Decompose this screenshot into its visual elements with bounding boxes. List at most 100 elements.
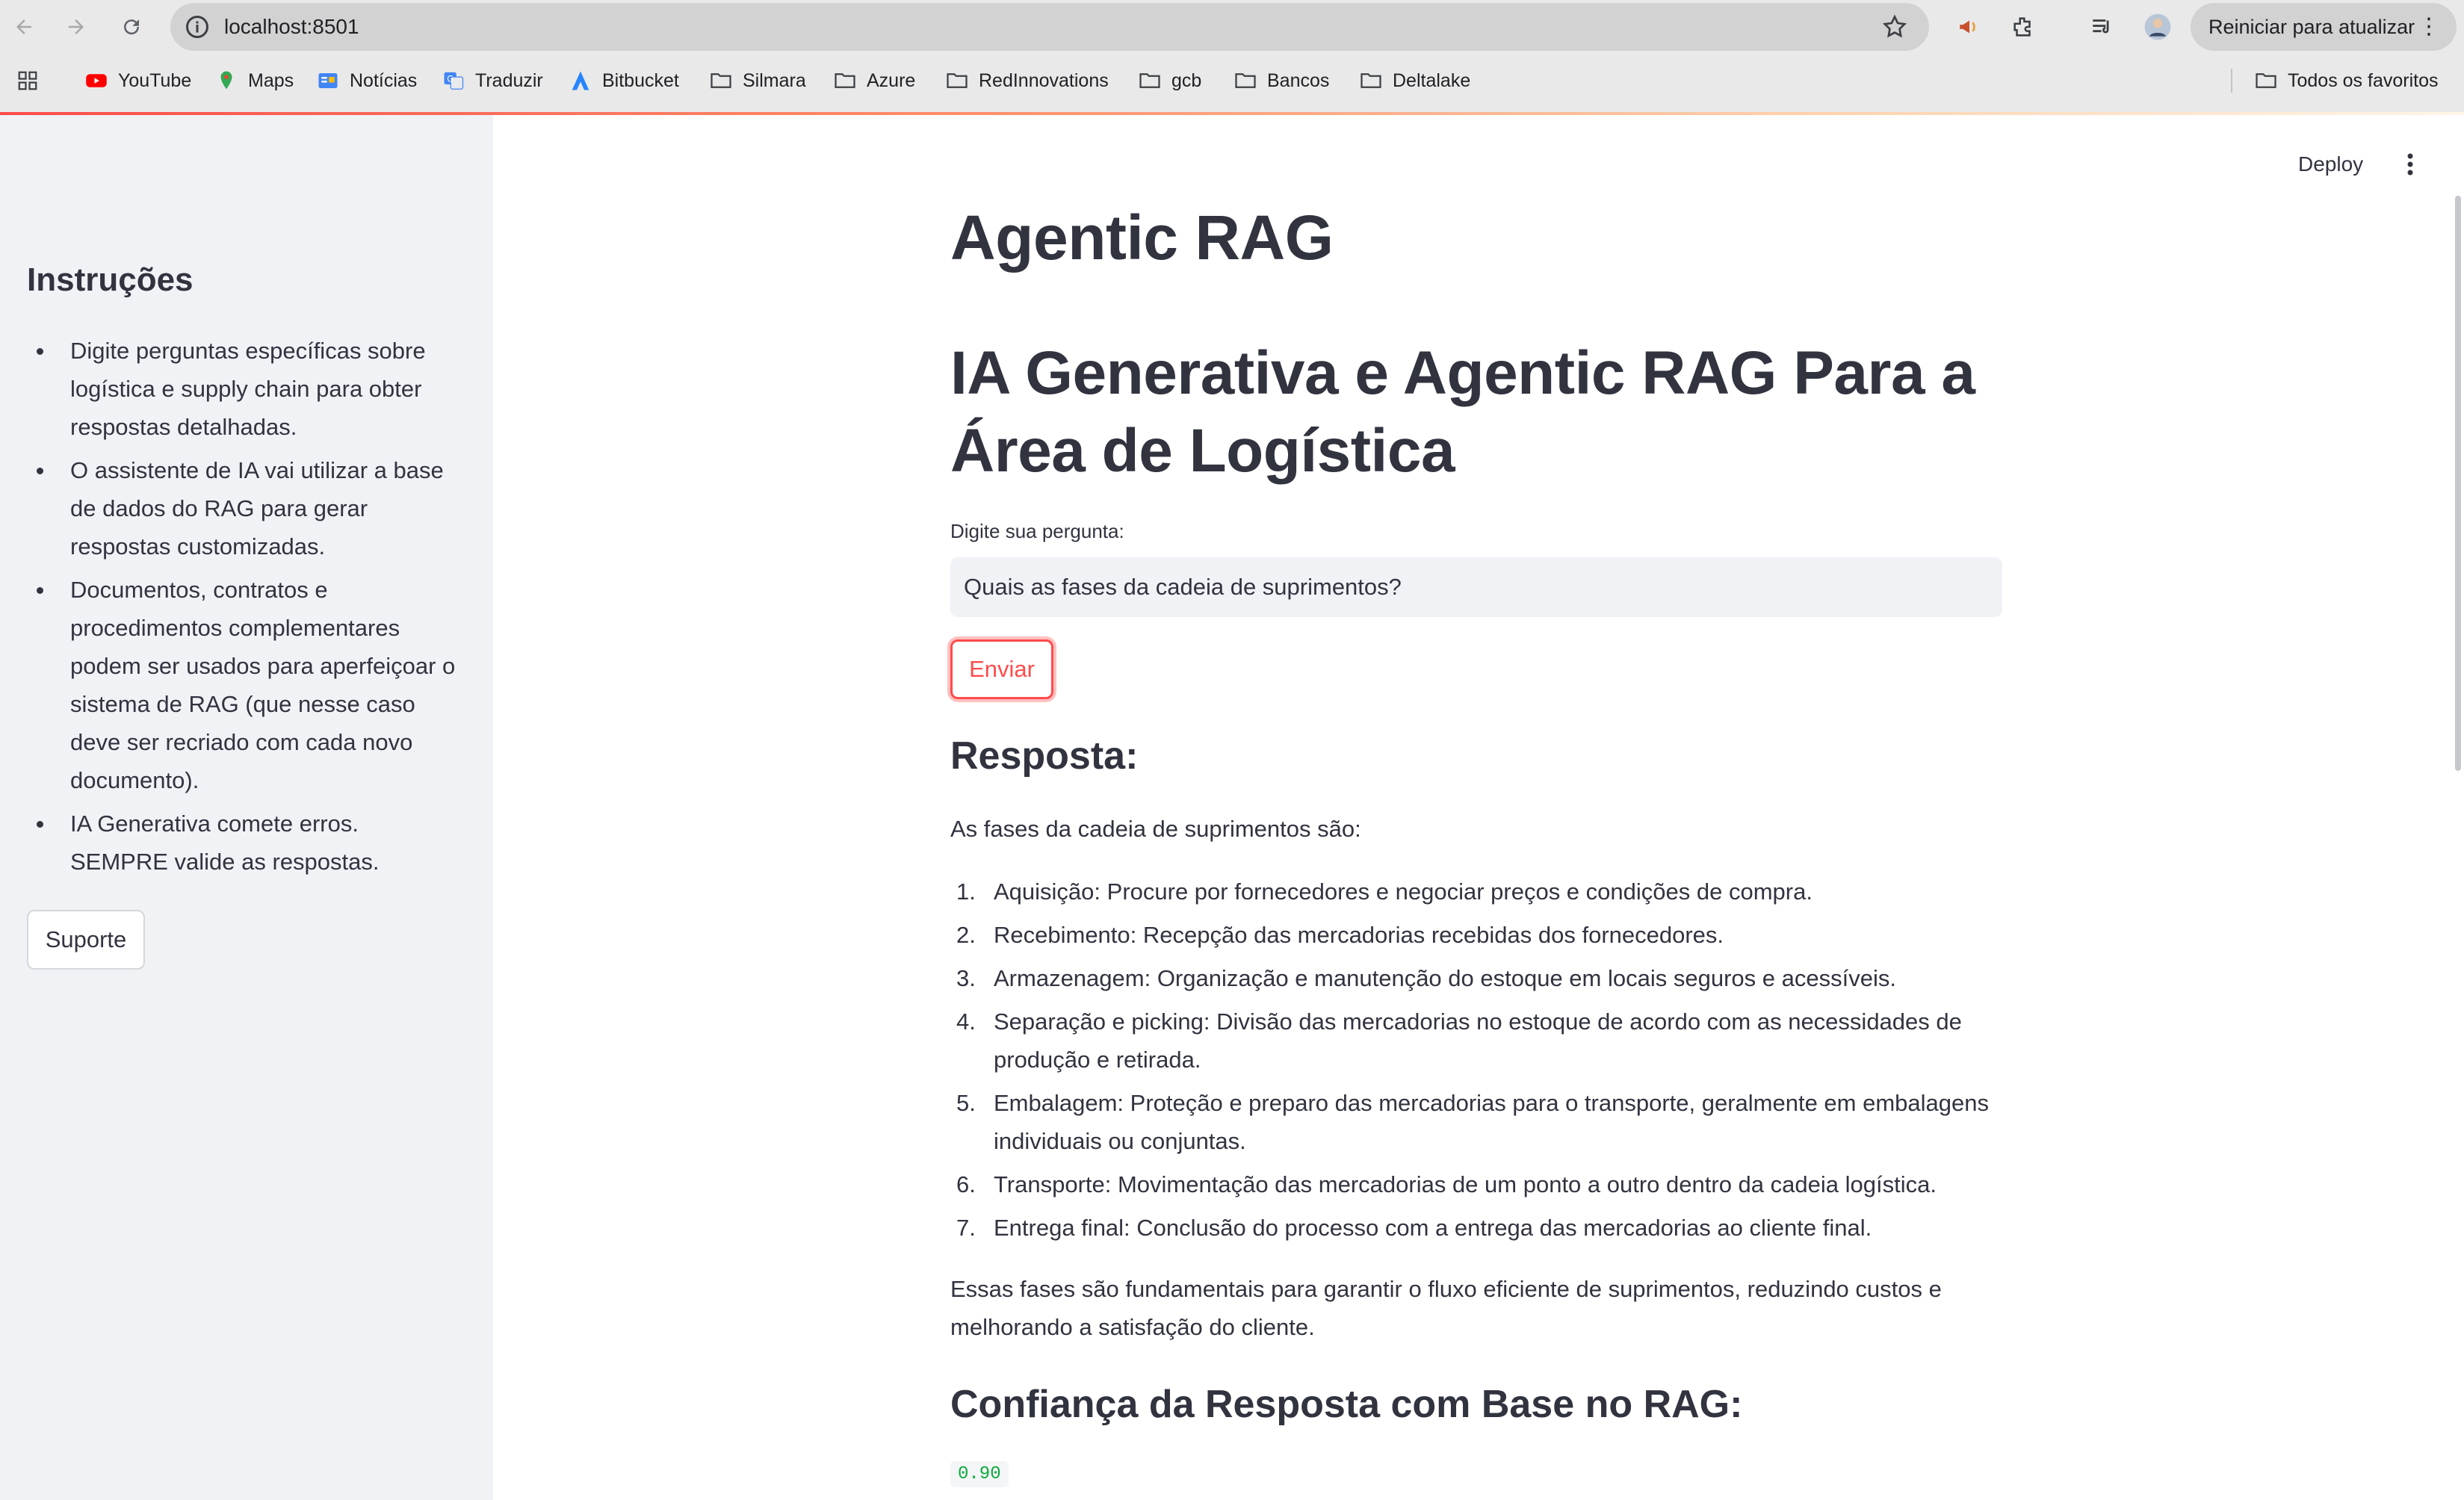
- browser-toolbar: localhost:8501 Reiniciar para atualizar …: [0, 0, 2464, 54]
- bookmark-label: YouTube: [118, 69, 192, 91]
- bookmark-label: Azure: [867, 69, 916, 91]
- more-vertical-icon: [2407, 153, 2413, 176]
- list-number: 6.: [956, 1171, 976, 1197]
- page-heading: IA Generativa e Agentic RAG Para a Área …: [950, 339, 1975, 485]
- svg-text:G: G: [447, 74, 454, 84]
- response-list-item: 2. Recebimento: Recepção das mercadorias …: [950, 916, 2011, 954]
- media-controls-icon[interactable]: [2086, 10, 2119, 43]
- bookmark-label: Maps: [248, 69, 294, 91]
- translate-icon: G: [444, 72, 464, 90]
- relaunch-update-button[interactable]: Reiniciar para atualizar ⋮: [2191, 3, 2457, 51]
- back-arrow-icon: [16, 19, 31, 34]
- response-outro: Essas fases são fundamentais para garant…: [950, 1276, 1942, 1340]
- instructions-list: Digite perguntas específicas sobre logís…: [27, 332, 460, 886]
- folder-icon: [947, 73, 968, 88]
- forward-button[interactable]: [61, 12, 91, 42]
- support-button[interactable]: Suporte: [27, 910, 145, 970]
- list-text: Embalagem: Proteção e preparo das mercad…: [994, 1090, 1990, 1154]
- relaunch-label: Reiniciar para atualizar: [2208, 16, 2415, 38]
- response-list: 1. Aquisição: Procure por fornecedores e …: [950, 873, 2011, 1252]
- list-text: Separação e picking: Divisão das mercado…: [994, 1008, 1962, 1073]
- list-number: 5.: [956, 1090, 976, 1116]
- response-list-item: 3. Armazenagem: Organização e manutenção …: [950, 959, 2011, 997]
- bookmark-label: gcb: [1171, 69, 1202, 91]
- profile-avatar-icon[interactable]: [2141, 10, 2174, 43]
- send-button[interactable]: Enviar: [950, 639, 1053, 699]
- sidebar: Instruções Digite perguntas específicas …: [0, 115, 493, 1500]
- bookmarks-bar: YouTube Maps Notícias G Traduzir Bitbuck…: [0, 57, 2464, 105]
- instruction-item: IA Generativa comete erros. SEMPRE valid…: [27, 805, 460, 881]
- bookmark-noticias[interactable]: Notícias: [317, 57, 417, 105]
- bookmark-maps[interactable]: Maps: [215, 57, 294, 105]
- bookmark-folder-azure[interactable]: Azure: [834, 57, 915, 105]
- bookmark-star-icon[interactable]: [1881, 13, 1908, 40]
- reload-icon: [124, 19, 140, 35]
- list-text: Recebimento: Recepção das mercadorias re…: [994, 922, 1724, 948]
- back-button[interactable]: [9, 12, 39, 42]
- deploy-button[interactable]: Deploy: [2298, 152, 2363, 176]
- main-area: Deploy Agentic RAG IA Generativa e Agent…: [493, 115, 2464, 1500]
- bookmark-label: Notícias: [350, 69, 418, 91]
- list-number: 4.: [956, 1008, 976, 1035]
- extensions-puzzle-icon[interactable]: [2007, 10, 2040, 43]
- apps-grid-button[interactable]: [16, 57, 49, 105]
- list-text: Armazenagem: Organização e manutenção do…: [994, 965, 1896, 991]
- youtube-icon: [86, 74, 107, 87]
- bookmark-folder-gcb[interactable]: gcb: [1139, 57, 1201, 105]
- news-icon: [318, 73, 338, 88]
- reload-button[interactable]: [117, 12, 146, 42]
- bookmarks-divider: [2231, 69, 2232, 93]
- url-text[interactable]: localhost:8501: [224, 3, 359, 51]
- folder-icon: [2256, 73, 2276, 88]
- bookmark-label: Silmara: [743, 69, 806, 91]
- all-bookmarks-button[interactable]: Todos os favoritos: [2255, 57, 2439, 105]
- bookmark-label: Bitbucket: [602, 69, 679, 91]
- bookmark-folder-silmara[interactable]: Silmara: [710, 57, 806, 105]
- response-heading: Resposta:: [950, 734, 1139, 778]
- main-menu-button[interactable]: [2395, 148, 2425, 181]
- maps-icon: [220, 71, 232, 90]
- app-title: Agentic RAG: [950, 202, 1334, 273]
- folder-icon: [1139, 73, 1160, 88]
- list-number: 7.: [956, 1215, 976, 1241]
- folder-icon: [1235, 73, 1256, 88]
- site-info-icon[interactable]: [184, 13, 211, 40]
- folder-icon: [711, 73, 731, 88]
- forward-arrow-icon: [69, 19, 84, 34]
- question-label: Digite sua pergunta:: [950, 520, 1124, 542]
- browser-menu-icon[interactable]: ⋮: [2418, 3, 2440, 51]
- bookmark-youtube[interactable]: YouTube: [85, 57, 191, 105]
- instruction-item: O assistente de IA vai utilizar a base d…: [27, 451, 460, 565]
- bookmark-folder-deltalake[interactable]: Deltalake: [1360, 57, 1470, 105]
- bookmark-traduzir[interactable]: G Traduzir: [442, 57, 543, 105]
- address-bar[interactable]: localhost:8501: [170, 3, 1929, 51]
- extension-megaphone-icon[interactable]: [1953, 10, 1986, 43]
- response-intro: As fases da cadeia de suprimentos são:: [950, 816, 1361, 842]
- all-bookmarks-label: Todos os favoritos: [2288, 69, 2439, 91]
- bookmark-label: Traduzir: [475, 69, 543, 91]
- response-list-item: 5. Embalagem: Proteção e preparo das merc…: [950, 1084, 2011, 1160]
- list-text: Aquisição: Procure por fornecedores e ne…: [994, 878, 1813, 905]
- bookmark-bitbucket[interactable]: Bitbucket: [569, 57, 679, 105]
- bookmark-folder-bancos[interactable]: Bancos: [1234, 57, 1329, 105]
- list-text: Entrega final: Conclusão do processo com…: [994, 1215, 1872, 1241]
- bitbucket-icon: [572, 71, 589, 90]
- bookmark-label: Deltalake: [1393, 69, 1471, 91]
- folder-icon: [1361, 73, 1381, 88]
- list-text: Transporte: Movimentação das mercadorias…: [994, 1171, 1937, 1197]
- folder-icon: [835, 73, 855, 88]
- confidence-value: 0.90: [950, 1461, 1009, 1487]
- instruction-item: Documentos, contratos e procedimentos co…: [27, 571, 460, 799]
- bookmark-label: RedInnovations: [979, 69, 1109, 91]
- scrollbar-thumb[interactable]: [2455, 196, 2461, 771]
- bookmark-folder-redinnovations[interactable]: RedInnovations: [946, 57, 1109, 105]
- question-input[interactable]: [950, 557, 2002, 617]
- list-number: 3.: [956, 965, 976, 991]
- response-list-item: 1. Aquisição: Procure por fornecedores e …: [950, 873, 2011, 911]
- list-number: 2.: [956, 922, 976, 948]
- browser-chrome: localhost:8501 Reiniciar para atualizar …: [0, 0, 2464, 115]
- apps-grid-icon: [18, 71, 37, 90]
- list-number: 1.: [956, 878, 976, 905]
- instruction-item: Digite perguntas específicas sobre logís…: [27, 332, 460, 446]
- sidebar-title: Instruções: [27, 261, 194, 298]
